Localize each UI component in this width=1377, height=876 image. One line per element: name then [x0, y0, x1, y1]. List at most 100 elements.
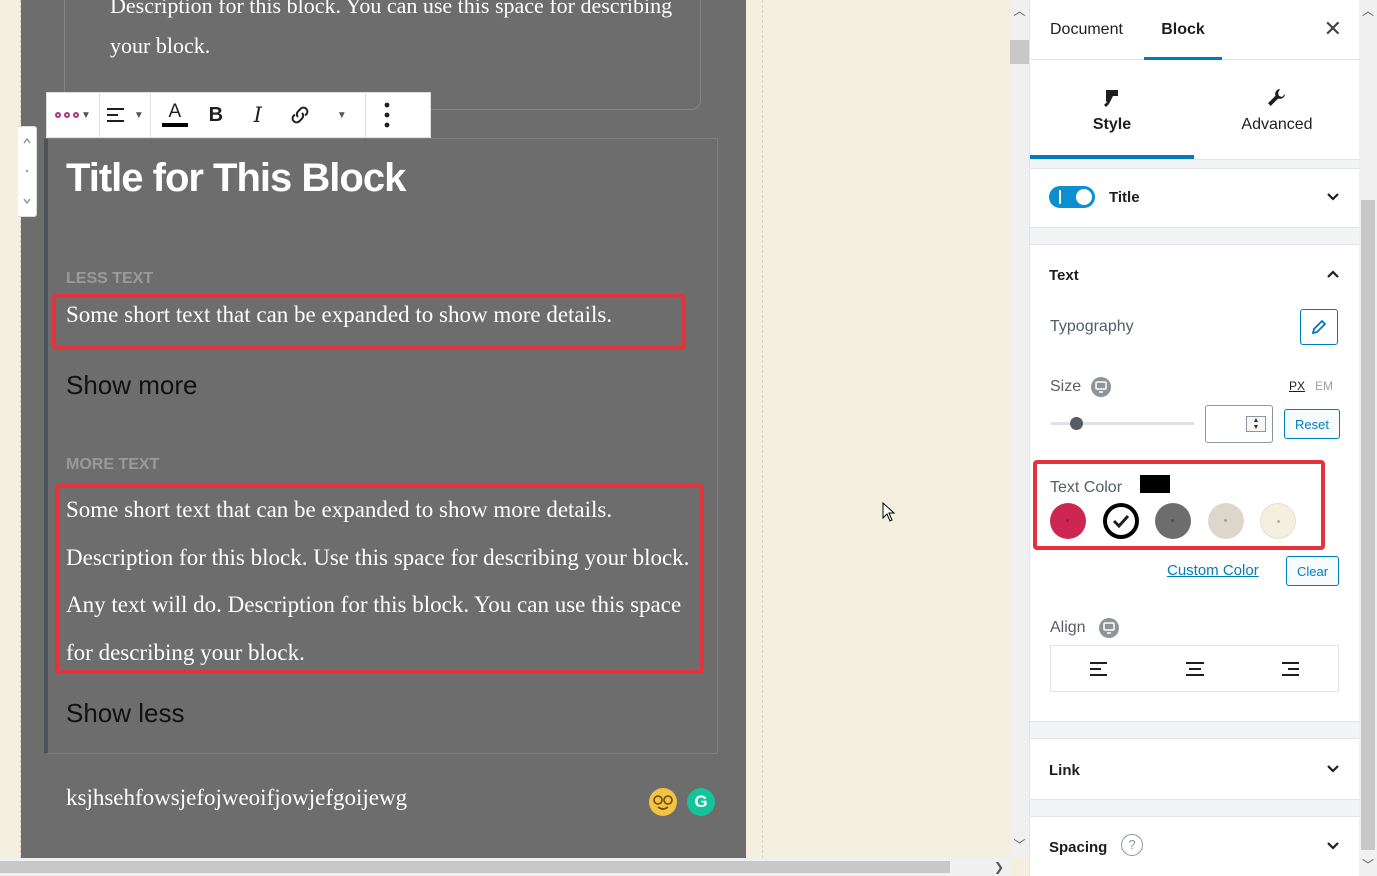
tab-style[interactable]: Style — [1030, 60, 1194, 159]
sidebar-scrollbar-thumb[interactable] — [1361, 200, 1375, 850]
size-slider-handle[interactable] — [1070, 417, 1083, 430]
swatch-cream[interactable] — [1260, 503, 1296, 539]
align-button[interactable]: ▼ — [106, 97, 144, 133]
desktop-device-icon[interactable] — [1099, 618, 1119, 638]
tab-advanced[interactable]: Advanced — [1195, 60, 1359, 159]
text-color-button[interactable]: A — [155, 97, 195, 133]
nerd-face-icon — [653, 795, 673, 810]
mover-arrows-icon — [23, 137, 31, 205]
text-panel-label[interactable]: Text — [1049, 267, 1079, 284]
text-color-indicator — [161, 123, 188, 127]
scroll-up-arrow-icon[interactable]: ︿ — [1359, 2, 1377, 19]
toggle-on-mark — [1059, 190, 1061, 204]
sidebar-tabs: Document Block ✕ — [1030, 0, 1359, 60]
custom-color-link[interactable]: Custom Color — [1167, 562, 1259, 579]
horizontal-scrollbar[interactable]: ❯ — [0, 858, 1010, 876]
chevron-down-icon[interactable] — [1325, 838, 1341, 854]
panel-gap — [1030, 160, 1359, 168]
align-center-button[interactable] — [1147, 646, 1243, 691]
link-icon — [291, 106, 309, 124]
typography-edit-button[interactable] — [1300, 309, 1338, 345]
sidebar-vertical-scrollbar[interactable]: ︿ ﹀ — [1359, 0, 1377, 876]
chevron-down-icon: ▼ — [81, 109, 91, 121]
align-left-icon — [1089, 661, 1107, 676]
chevron-down-icon[interactable] — [1325, 189, 1341, 205]
swatch-black[interactable] — [1103, 503, 1139, 539]
align-label: Align — [1050, 619, 1086, 636]
style-advanced-tabs: Style Advanced — [1030, 60, 1359, 160]
editor-canvas: Description for this block. You can use … — [0, 0, 1010, 858]
text-color-label: Text Color — [1050, 479, 1123, 496]
canvas-scrollbar-thumb[interactable] — [1010, 40, 1029, 64]
selected-color-preview — [1140, 475, 1170, 493]
more-options-button[interactable] — [372, 97, 402, 133]
panel-gap — [1030, 228, 1359, 244]
less-text-label: LESS TEXT — [66, 270, 154, 287]
more-text-highlight — [55, 484, 704, 674]
paint-brush-icon — [1104, 90, 1118, 107]
unit-em-option[interactable]: EM — [1315, 379, 1333, 393]
unit-px-option[interactable]: PX — [1289, 379, 1305, 393]
scroll-down-arrow-icon[interactable]: ﹀ — [1359, 856, 1377, 873]
bold-icon: B — [208, 103, 224, 126]
block-mover-handle[interactable] — [18, 126, 37, 217]
close-icon[interactable]: ✕ — [1324, 16, 1342, 42]
more-text-label: MORE TEXT — [66, 456, 160, 473]
more-formats-button[interactable]: ▼ — [321, 97, 361, 133]
desktop-device-icon[interactable] — [1091, 377, 1111, 397]
show-less-link[interactable]: Show less — [66, 698, 185, 729]
monitor-icon — [1103, 622, 1115, 634]
bold-button[interactable]: B — [195, 97, 237, 133]
block-toolbar: ▼ ▼ A B I ▼ — [46, 92, 431, 138]
scroll-down-arrow-icon[interactable]: ﹀ — [1010, 836, 1029, 853]
tab-advanced-label: Advanced — [1241, 116, 1313, 133]
align-left-button[interactable] — [1051, 646, 1147, 691]
tab-document[interactable]: Document — [1050, 0, 1123, 60]
previous-block-text[interactable]: Description for this block. You can use … — [110, 0, 700, 66]
tab-block[interactable]: Block — [1144, 0, 1222, 60]
chevron-up-icon[interactable] — [1325, 266, 1341, 282]
link-panel-label: Link — [1049, 762, 1080, 779]
panel-gap — [1030, 722, 1359, 738]
pencil-icon — [1311, 319, 1327, 335]
align-right-button[interactable] — [1242, 646, 1338, 691]
align-center-icon — [1185, 661, 1204, 676]
nerd-emoji-icon[interactable] — [649, 788, 677, 816]
block-type-button[interactable]: ▼ — [55, 97, 91, 133]
panel-gap — [1030, 800, 1359, 816]
chevron-down-icon[interactable] — [1325, 761, 1341, 777]
italic-button[interactable]: I — [237, 97, 279, 133]
monitor-icon — [1095, 381, 1107, 393]
block-type-icon — [55, 112, 79, 118]
tab-style-label: Style — [1092, 116, 1132, 133]
horizontal-scrollbar-thumb[interactable] — [0, 861, 950, 873]
chevron-down-icon: ▼ — [133, 109, 144, 121]
mouse-cursor-icon — [882, 502, 896, 522]
title-panel-label: Title — [1109, 189, 1140, 206]
kebab-menu-icon — [384, 102, 390, 128]
scroll-up-arrow-icon[interactable]: ︿ — [1010, 2, 1029, 19]
block-title[interactable]: Title for This Block — [66, 156, 406, 201]
title-toggle-switch[interactable] — [1049, 186, 1095, 208]
paragraph-block-text[interactable]: ksjhsehfowsjefojweoifjowjefgoijewg — [66, 785, 407, 811]
options-group — [364, 92, 408, 138]
canvas-vertical-scrollbar[interactable]: ︿ ﹀ — [1010, 0, 1029, 858]
grammarly-icon[interactable]: G — [687, 788, 715, 816]
show-more-link[interactable]: Show more — [66, 370, 198, 401]
size-spinner-icon[interactable]: ▲ ▼ — [1246, 416, 1266, 432]
typography-label: Typography — [1050, 318, 1134, 335]
size-label: Size — [1050, 378, 1082, 395]
swatch-light-gray[interactable] — [1208, 503, 1244, 539]
clear-color-button[interactable]: Clear — [1286, 556, 1339, 586]
block-type-group: ▼ — [47, 92, 100, 138]
link-button[interactable] — [279, 97, 321, 133]
swatch-crimson[interactable] — [1050, 503, 1086, 539]
size-reset-button[interactable]: Reset — [1284, 409, 1340, 439]
scroll-right-arrow-icon[interactable]: ❯ — [994, 858, 1004, 876]
wrench-icon — [1268, 89, 1285, 106]
italic-icon: I — [253, 103, 262, 127]
less-text-highlight — [52, 294, 686, 350]
swatch-dot — [1224, 519, 1227, 522]
swatch-dark-gray[interactable] — [1155, 503, 1191, 539]
help-icon[interactable]: ? — [1121, 834, 1143, 856]
